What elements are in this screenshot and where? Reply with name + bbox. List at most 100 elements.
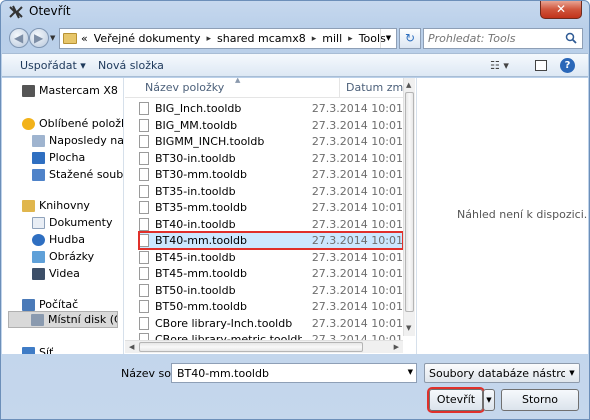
file-row[interactable]: BT40-mm.tooldb 27.3.2014 10:01 — [138, 231, 404, 250]
file-name: BT30-in.tooldb — [155, 151, 236, 165]
file-date: 27.3.2014 10:01 — [311, 300, 403, 313]
column-header-name[interactable]: Název položky — [145, 81, 224, 94]
preview-pane: Náhled není k dispozici. — [416, 78, 588, 354]
column-divider[interactable] — [339, 78, 340, 98]
file-date: 27.3.2014 10:01 — [311, 201, 403, 214]
file-name: BT50-in.tooldb — [155, 283, 236, 297]
scrollbar-thumb[interactable] — [405, 92, 414, 312]
file-date: 27.3.2014 10:01 — [311, 283, 403, 297]
open-button[interactable]: Otevřít — [427, 387, 485, 413]
cancel-button[interactable]: Storno — [501, 389, 579, 411]
forward-button[interactable]: ▶ — [29, 28, 49, 48]
sidebar-item-local-disk[interactable]: Místní disk (C:) — [8, 311, 118, 328]
file-type-filter[interactable]: Soubory databáze nástrojů (*.tc ▼ — [424, 363, 580, 383]
file-row[interactable]: BT45-mm.tooldb 27.3.2014 10:01 — [139, 265, 403, 282]
preview-pane-icon[interactable] — [535, 60, 547, 71]
address-dropdown-icon[interactable]: ▼ — [380, 29, 396, 48]
back-button[interactable]: ◀ — [9, 28, 29, 48]
breadcrumb-separator-icon[interactable]: ▸ — [348, 34, 353, 44]
breadcrumb-mill[interactable]: mill — [322, 32, 342, 45]
file-row[interactable]: BT35-in.tooldb 27.3.2014 10:01 — [139, 183, 403, 200]
file-row[interactable]: BT30-in.tooldb 27.3.2014 10:01 — [139, 150, 403, 167]
filename-field[interactable]: BT40-mm.tooldb ▼ — [171, 363, 417, 383]
open-options-dropdown-icon[interactable]: ▼ — [483, 389, 495, 411]
file-icon — [139, 118, 149, 132]
horizontal-scrollbar[interactable]: ◀ ▶ — [125, 340, 403, 353]
file-name: BT45-in.tooldb — [155, 250, 236, 264]
refresh-button[interactable]: ↻ — [399, 28, 421, 49]
breadcrumb-overflow[interactable]: « — [81, 32, 88, 45]
file-row[interactable]: BT40-in.tooldb 27.3.2014 10:01 — [139, 216, 403, 233]
scroll-up-icon[interactable]: ▲ — [406, 81, 411, 89]
breadcrumb-shared-mcamx8[interactable]: shared mcamx8 — [217, 32, 306, 45]
help-icon[interactable]: ? — [560, 58, 575, 73]
sidebar-item-label: Hudba — [49, 233, 85, 246]
sidebar-item-mastercam-x8[interactable]: Mastercam X8 — [22, 82, 123, 99]
sidebar-item-pictures[interactable]: Obrázky — [32, 248, 123, 265]
file-date: 27.3.2014 10:01 — [311, 118, 403, 132]
sidebar-item-recent-places[interactable]: Naposledy navšt — [32, 132, 124, 149]
new-folder-button[interactable]: Nová složka — [98, 59, 164, 72]
file-name: BIG_MM.tooldb — [155, 118, 238, 132]
file-row[interactable]: BIG_MM.tooldb 27.3.2014 10:01 — [139, 117, 403, 134]
sidebar-item-downloads[interactable]: Stažené soubory — [32, 166, 123, 183]
file-list: ▲ Název položky Datum změny BIG_Inch.too… — [125, 78, 415, 354]
file-name: BT45-mm.tooldb — [155, 267, 247, 280]
scroll-right-icon[interactable]: ▶ — [394, 343, 399, 351]
organize-button[interactable]: Uspořádat ▾ — [20, 59, 86, 72]
file-row[interactable]: BIGMM_INCH.tooldb 27.3.2014 10:01 — [139, 133, 403, 150]
file-name: BIGMM_INCH.tooldb — [155, 135, 265, 148]
search-input[interactable] — [428, 32, 558, 45]
scroll-down-icon[interactable]: ▼ — [406, 324, 411, 332]
file-row[interactable]: BIG_Inch.tooldb 27.3.2014 10:01 — [139, 100, 403, 117]
file-icon — [139, 250, 149, 264]
sidebar-item-label: Síť — [39, 346, 54, 354]
file-row[interactable]: BT50-in.tooldb 27.3.2014 10:01 — [139, 282, 403, 299]
preview-message: Náhled není k dispozici. — [457, 208, 588, 221]
breadcrumb-verejne-dokumenty[interactable]: Veřejné dokumenty — [94, 32, 201, 45]
file-icon — [139, 168, 149, 181]
filename-value[interactable]: BT40-mm.tooldb — [177, 367, 269, 380]
sidebar-item-desktop[interactable]: Plocha — [32, 149, 123, 166]
sidebar-item-label: Naposledy navšt — [49, 134, 124, 147]
sidebar-item-label: Dokumenty — [49, 216, 113, 229]
sidebar-item-favorites[interactable]: Oblíbené položky — [22, 115, 123, 132]
filename-dropdown-icon[interactable]: ▼ — [408, 368, 413, 376]
close-button[interactable]: ✕ — [540, 1, 582, 19]
file-date: 27.3.2014 10:01 — [311, 316, 403, 330]
file-row[interactable]: BT50-mm.tooldb 27.3.2014 10:01 — [139, 298, 403, 315]
local-disk-icon — [31, 313, 44, 326]
file-icon — [139, 201, 149, 214]
sidebar-item-music[interactable]: Hudba — [32, 231, 123, 248]
file-row[interactable]: BT45-in.tooldb 27.3.2014 10:01 — [139, 249, 403, 266]
file-type-value: Soubory databáze nástrojů (*.tc — [429, 367, 579, 380]
chevron-down-icon[interactable]: ▼ — [565, 364, 579, 382]
file-icon — [139, 300, 149, 313]
scrollbar-thumb[interactable] — [139, 342, 363, 352]
vertical-scrollbar[interactable]: ▲ ▼ — [403, 78, 415, 336]
search-box[interactable] — [423, 28, 583, 49]
music-icon — [32, 233, 45, 246]
file-icon — [139, 135, 149, 148]
sidebar-item-label: Plocha — [49, 151, 86, 164]
change-view-icon[interactable]: ☷ ▾ — [490, 59, 509, 72]
breadcrumb-separator-icon[interactable]: ▸ — [312, 34, 317, 44]
sidebar-item-videos[interactable]: Videa — [32, 265, 123, 282]
file-icon — [139, 267, 149, 280]
recent-locations-dropdown-icon[interactable]: ▼ — [50, 34, 55, 42]
network-icon — [22, 346, 35, 354]
address-bar[interactable]: « Veřejné dokumenty ▸ shared mcamx8 ▸ mi… — [59, 28, 397, 49]
search-icon[interactable] — [565, 32, 577, 44]
file-row[interactable]: CBore library-Inch.tooldb 27.3.2014 10:01 — [139, 315, 403, 332]
sidebar-item-documents[interactable]: Dokumenty — [32, 214, 123, 231]
file-name: BT40-in.tooldb — [155, 217, 236, 231]
title-bar: Otevřít ✕ — [1, 1, 589, 23]
file-row[interactable]: BT30-mm.tooldb 27.3.2014 10:01 — [139, 166, 403, 183]
breadcrumb-separator-icon[interactable]: ▸ — [207, 34, 212, 44]
sidebar-item-libraries[interactable]: Knihovny — [22, 197, 123, 214]
file-name: BT35-mm.tooldb — [155, 201, 247, 214]
sidebar-item-network[interactable]: Síť — [22, 344, 123, 354]
file-name: BT35-in.tooldb — [155, 184, 236, 198]
scroll-left-icon[interactable]: ◀ — [129, 343, 134, 351]
file-row[interactable]: BT35-mm.tooldb 27.3.2014 10:01 — [139, 199, 403, 216]
